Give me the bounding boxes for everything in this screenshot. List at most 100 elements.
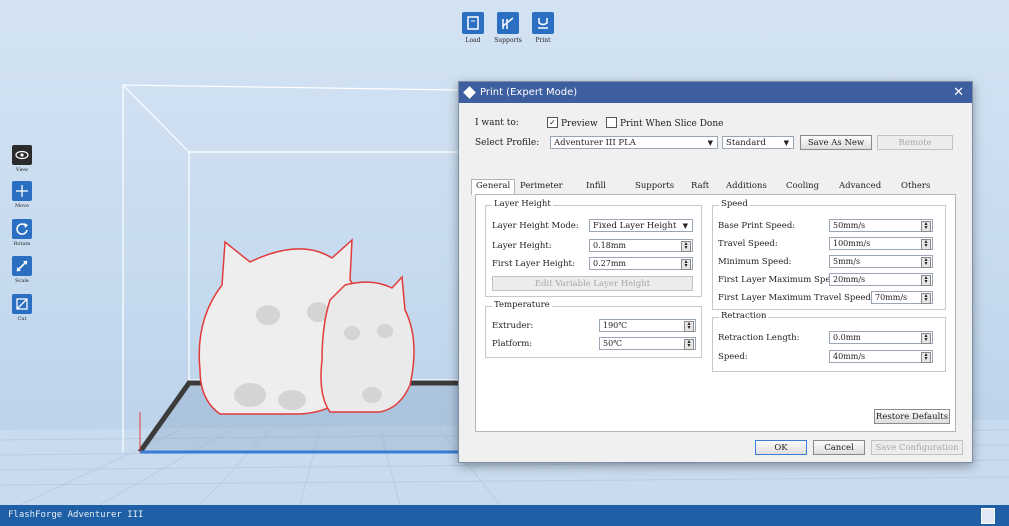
move-tool-button[interactable]: Move — [11, 181, 33, 209]
cut-icon — [12, 294, 32, 314]
dialog-body: I want to: ✓ Preview Print When Slice Don… — [459, 103, 972, 462]
layer-height-label: Layer Height: — [492, 241, 552, 251]
layer-height-mode-label: Layer Height Mode: — [492, 221, 579, 231]
spin-arrows-icon[interactable]: ▴ ▾ — [921, 275, 931, 286]
save-as-new-button[interactable]: Save As New — [800, 135, 872, 150]
extruder-temp-spinbox[interactable]: 190℃ ▴ ▾ — [599, 319, 696, 332]
dialog-titlebar[interactable]: Print (Expert Mode) ✕ — [459, 82, 972, 103]
supports-label: Supports — [494, 37, 522, 44]
checkbox-unchecked-icon — [606, 117, 617, 128]
rotate-icon — [12, 219, 32, 239]
print-icon — [532, 12, 554, 34]
tab-infill[interactable]: Infill — [586, 180, 606, 194]
general-tab-panel: Layer Height Layer Height Mode: Fixed La… — [475, 194, 956, 432]
chevron-down-icon: ▼ — [783, 139, 789, 147]
tab-cooling[interactable]: Cooling — [786, 180, 819, 194]
first-layer-max-speed-label: First Layer Maximum Speed: — [718, 275, 844, 285]
scale-icon — [12, 256, 32, 276]
cut-label: Cut — [17, 316, 27, 322]
checkbox-checked-icon: ✓ — [547, 117, 558, 128]
preview-checkbox[interactable]: ✓ Preview — [547, 117, 598, 129]
platform-label: Platform: — [492, 339, 533, 349]
retraction-length-spinbox[interactable]: 0.0mm ▴ ▾ — [829, 331, 933, 344]
tab-advanced[interactable]: Advanced — [839, 180, 881, 194]
tab-perimeter[interactable]: Perimeter — [520, 180, 563, 194]
status-bar: FlashForge Adventurer III — [0, 505, 1009, 526]
profile-select[interactable]: Adventurer III PLA ▼ — [550, 136, 718, 149]
retraction-length-label: Retraction Length: — [718, 333, 800, 343]
move-arrows-icon — [12, 181, 32, 201]
dialog-title: Print (Expert Mode) — [480, 87, 578, 98]
spin-arrows-icon[interactable]: ▴ ▾ — [681, 259, 691, 270]
chevron-down-icon: ▼ — [707, 139, 713, 147]
first-layer-max-travel-speed-spinbox[interactable]: 70mm/s ▴ ▾ — [871, 291, 933, 304]
base-print-speed-label: Base Print Speed: — [718, 221, 796, 231]
cancel-button[interactable]: Cancel — [813, 440, 865, 455]
load-button[interactable]: Load — [461, 12, 485, 44]
spin-arrows-icon[interactable]: ▴ ▾ — [921, 333, 931, 344]
tab-additions[interactable]: Additions — [726, 180, 767, 194]
print-expert-dialog: Print (Expert Mode) ✕ I want to: ✓ Previe… — [458, 81, 973, 463]
select-profile-label: Select Profile: — [475, 138, 540, 148]
extruder-label: Extruder: — [492, 321, 534, 331]
tab-raft[interactable]: Raft — [691, 180, 709, 194]
spin-arrows-icon[interactable]: ▴ ▾ — [921, 257, 931, 268]
minimum-speed-label: Minimum Speed: — [718, 257, 792, 267]
remote-button[interactable]: Remote — [877, 135, 953, 150]
tab-supports[interactable]: Supports — [635, 180, 674, 194]
app-logo-icon — [463, 86, 476, 99]
layer-height-mode-select[interactable]: Fixed Layer Height ▼ — [589, 219, 693, 232]
cut-tool-button[interactable]: Cut — [11, 294, 33, 322]
supports-icon — [497, 12, 519, 34]
view-tool-button[interactable]: View — [11, 145, 33, 173]
rotate-label: Rotate — [13, 241, 31, 247]
layer-height-group: Layer Height Layer Height Mode: Fixed La… — [485, 199, 702, 297]
retraction-speed-spinbox[interactable]: 40mm/s ▴ ▾ — [829, 350, 933, 363]
spin-arrows-icon[interactable]: ▴ ▾ — [681, 241, 691, 252]
load-file-icon — [462, 12, 484, 34]
restore-defaults-button[interactable]: Restore Defaults — [874, 409, 950, 424]
layer-height-group-title: Layer Height — [492, 199, 553, 209]
retraction-speed-label: Speed: — [718, 352, 748, 362]
speed-group-title: Speed — [719, 199, 750, 209]
travel-speed-spinbox[interactable]: 100mm/s ▴ ▾ — [829, 237, 933, 250]
spin-arrows-icon[interactable]: ▴ ▾ — [921, 239, 931, 250]
view-label: View — [15, 167, 29, 173]
load-label: Load — [465, 37, 481, 44]
i-want-to-label: I want to: — [475, 118, 519, 128]
layer-height-spinbox[interactable]: 0.18mm ▴ ▾ — [589, 239, 693, 252]
temperature-group-title: Temperature — [492, 300, 552, 310]
spin-arrows-icon[interactable]: ▴ ▾ — [684, 321, 694, 332]
quality-select[interactable]: Standard ▼ — [722, 136, 794, 149]
rotate-tool-button[interactable]: Rotate — [11, 219, 33, 247]
spin-arrows-icon[interactable]: ▴ ▾ — [684, 339, 694, 350]
tab-others[interactable]: Others — [901, 180, 930, 194]
temperature-group: Temperature Extruder: 190℃ ▴ ▾ Platform: 5… — [485, 300, 702, 358]
printer-status-icon[interactable] — [981, 508, 995, 524]
spin-arrows-icon[interactable]: ▴ ▾ — [921, 352, 931, 363]
save-configuration-button[interactable]: Save Configuration — [871, 440, 963, 455]
supports-button[interactable]: Supports — [494, 12, 522, 44]
platform-temp-spinbox[interactable]: 50℃ ▴ ▾ — [599, 337, 696, 350]
first-layer-max-travel-speed-label: First Layer Maximum Travel Speed: — [718, 293, 874, 303]
ok-button[interactable]: OK — [755, 440, 807, 455]
tab-general[interactable]: General — [471, 179, 516, 195]
chevron-down-icon: ▼ — [682, 222, 688, 230]
spin-arrows-icon[interactable]: ▴ ▾ — [921, 221, 931, 232]
printer-name: FlashForge Adventurer III — [8, 510, 144, 520]
close-icon[interactable]: ✕ — [953, 85, 964, 100]
speed-group: Speed Base Print Speed: 50mm/s ▴ ▾ Travel … — [712, 199, 946, 310]
first-layer-max-speed-spinbox[interactable]: 20mm/s ▴ ▾ — [829, 273, 933, 286]
spin-arrows-icon[interactable]: ▴ ▾ — [921, 293, 931, 304]
print-label: Print — [535, 37, 551, 44]
base-print-speed-spinbox[interactable]: 50mm/s ▴ ▾ — [829, 219, 933, 232]
travel-speed-label: Travel Speed: — [718, 239, 778, 249]
scale-label: Scale — [15, 278, 29, 284]
first-layer-height-spinbox[interactable]: 0.27mm ▴ ▾ — [589, 257, 693, 270]
print-when-slice-done-checkbox[interactable]: Print When Slice Done — [606, 117, 723, 129]
print-button[interactable]: Print — [531, 12, 555, 44]
retraction-group: Retraction Retraction Length: 0.0mm ▴ ▾ Sp… — [712, 311, 946, 372]
edit-variable-layer-height-button[interactable]: Edit Variable Layer Height — [492, 276, 693, 291]
scale-tool-button[interactable]: Scale — [11, 256, 33, 284]
minimum-speed-spinbox[interactable]: 5mm/s ▴ ▾ — [829, 255, 933, 268]
